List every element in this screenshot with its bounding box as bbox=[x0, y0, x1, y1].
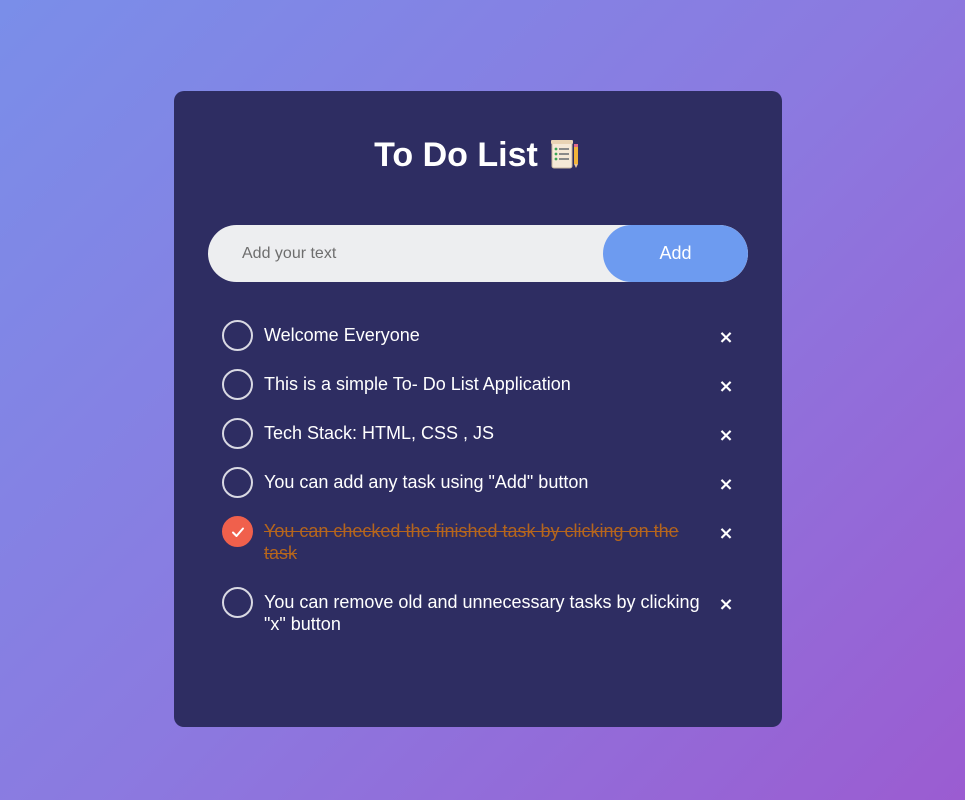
unchecked-circle-icon[interactable] bbox=[222, 587, 253, 618]
task-text: Welcome Everyone bbox=[264, 325, 420, 345]
task-item[interactable]: You can remove old and unnecessary tasks… bbox=[222, 587, 742, 658]
unchecked-circle-icon[interactable] bbox=[222, 418, 253, 449]
close-icon[interactable]: × bbox=[715, 326, 737, 348]
add-task-row: Add bbox=[208, 225, 748, 282]
task-item[interactable]: You can add any task using "Add" button … bbox=[222, 467, 742, 516]
task-input[interactable] bbox=[208, 225, 603, 282]
close-icon[interactable]: × bbox=[715, 473, 737, 495]
close-icon[interactable]: × bbox=[715, 593, 737, 615]
checkmark-icon bbox=[231, 527, 244, 537]
unchecked-circle-icon[interactable] bbox=[222, 320, 253, 351]
unchecked-circle-icon[interactable] bbox=[222, 467, 253, 498]
task-text: You can checked the finished task by cli… bbox=[264, 521, 679, 563]
task-item[interactable]: This is a simple To- Do List Application… bbox=[222, 369, 742, 418]
add-button[interactable]: Add bbox=[603, 225, 748, 282]
task-list: Welcome Everyone × This is a simple To- … bbox=[222, 320, 742, 658]
task-text: This is a simple To- Do List Application bbox=[264, 374, 571, 394]
task-item-done[interactable]: You can checked the finished task by cli… bbox=[222, 516, 742, 587]
app-title: To Do List bbox=[374, 135, 538, 174]
close-icon[interactable]: × bbox=[715, 424, 737, 446]
close-icon[interactable]: × bbox=[715, 375, 737, 397]
task-text: Tech Stack: HTML, CSS , JS bbox=[264, 423, 495, 443]
notepad-icon bbox=[548, 138, 582, 172]
task-item[interactable]: Welcome Everyone × bbox=[222, 320, 742, 369]
checked-circle-icon[interactable] bbox=[222, 516, 253, 547]
task-text: You can remove old and unnecessary tasks… bbox=[264, 592, 700, 634]
close-icon[interactable]: × bbox=[715, 522, 737, 544]
unchecked-circle-icon[interactable] bbox=[222, 369, 253, 400]
todo-card: To Do List Add Welcome Everyone bbox=[174, 91, 782, 727]
task-text: You can add any task using "Add" button bbox=[264, 472, 589, 492]
header: To Do List bbox=[174, 135, 782, 175]
task-item[interactable]: Tech Stack: HTML, CSS , JS × bbox=[222, 418, 742, 467]
